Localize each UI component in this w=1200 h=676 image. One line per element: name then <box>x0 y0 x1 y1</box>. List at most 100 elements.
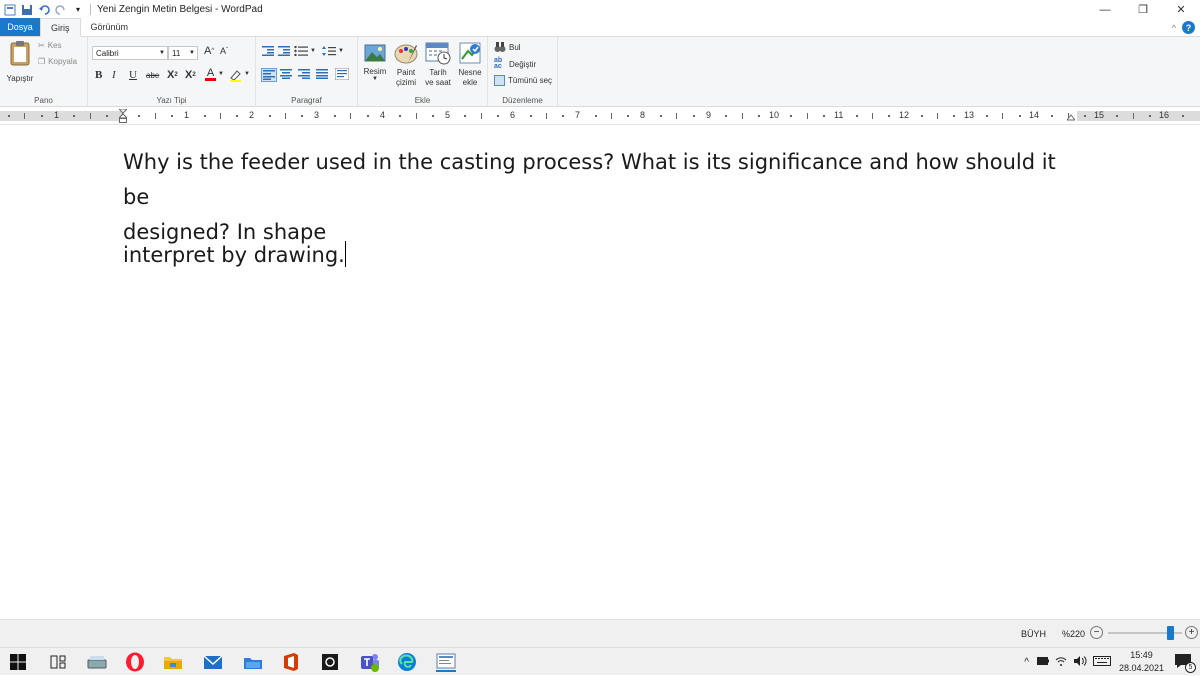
volume-icon[interactable] <box>1073 656 1087 668</box>
notification-center-icon[interactable]: 5 <box>1174 651 1196 673</box>
edge-icon[interactable] <box>397 652 417 672</box>
zoom-in-button[interactable]: + <box>1185 626 1198 639</box>
ruler-tick <box>594 115 597 117</box>
select-all-button[interactable]: Tümünü seç <box>494 75 552 86</box>
paint-drawing-button[interactable]: Paint çizimi <box>392 41 420 88</box>
opera-icon[interactable] <box>125 652 145 672</box>
right-indent-marker[interactable] <box>1065 113 1077 123</box>
ruler-tick <box>741 113 743 119</box>
chevron-down-icon: ▼ <box>189 50 195 56</box>
battery-icon[interactable] <box>1036 657 1049 667</box>
first-line-indent-marker[interactable] <box>117 108 129 125</box>
paste-button[interactable]: Yapıştır <box>6 40 34 88</box>
font-color-button[interactable]: A <box>205 68 216 81</box>
show-hidden-icons-chevron-icon[interactable]: ^ <box>1024 657 1029 668</box>
increase-indent-button[interactable] <box>278 46 290 56</box>
decrease-indent-button[interactable] <box>262 46 274 56</box>
align-center-button[interactable] <box>280 69 292 79</box>
camera-icon[interactable] <box>320 652 340 672</box>
grow-font-label: A <box>204 45 212 57</box>
mail-icon[interactable] <box>203 652 223 672</box>
document-area[interactable]: Why is the feeder used in the casting pr… <box>0 125 1200 619</box>
tab-home[interactable]: Giriş <box>40 18 81 37</box>
ruler-number: 6 <box>510 110 516 120</box>
find-label: Bul <box>509 42 521 52</box>
bullets-button[interactable]: ▼ <box>294 46 316 56</box>
file-explorer-icon[interactable] <box>163 652 183 672</box>
ruler[interactable]: 1 1 2 3 4 5 6 7 8 9 10 11 12 13 14 15 16 <box>0 107 1200 125</box>
save-icon[interactable] <box>21 4 33 16</box>
highlight-button[interactable] <box>228 68 242 82</box>
align-left-button[interactable] <box>261 68 277 82</box>
customize-toolbar-icon[interactable]: ▾ <box>72 4 84 16</box>
ruler-tick <box>1083 115 1086 117</box>
scissors-icon: ✂ <box>38 41 45 50</box>
minimize-button[interactable]: — <box>1086 0 1124 19</box>
cut-button[interactable]: ✂ Kes <box>38 41 62 50</box>
italic-button[interactable]: I <box>112 69 116 81</box>
task-view-icon[interactable] <box>48 652 68 672</box>
paragraph-settings-button[interactable] <box>335 68 349 80</box>
object-label-line1: Nesne <box>458 68 482 77</box>
folder-blue-icon[interactable] <box>243 652 263 672</box>
ruler-number: 14 <box>1029 110 1040 120</box>
ruler-tick <box>105 115 108 117</box>
underline-button[interactable]: U <box>129 69 137 81</box>
increase-indent-icon <box>278 46 290 56</box>
collapse-ribbon-icon[interactable]: ^ <box>1172 23 1176 33</box>
wordpad-app-icon[interactable] <box>4 4 16 16</box>
copy-button[interactable]: ❐ Kopyala <box>38 57 77 66</box>
insert-object-button[interactable]: Nesne ekle <box>455 41 485 88</box>
datetime-label-line1: Tarih <box>429 68 447 77</box>
line-spacing-button[interactable]: ▼ <box>322 46 344 56</box>
document-paragraph-2[interactable]: interpret by drawing. <box>123 238 1083 273</box>
font-color-dropdown-icon[interactable]: ▼ <box>218 71 224 77</box>
find-button[interactable]: Bul <box>494 41 521 53</box>
ruler-tick <box>1002 113 1004 119</box>
document-line-3: interpret by drawing. <box>123 243 345 267</box>
zoom-slider-thumb[interactable] <box>1167 626 1175 640</box>
paint-label-line1: Paint <box>396 68 416 77</box>
tab-file[interactable]: Dosya <box>0 18 40 36</box>
redo-icon[interactable] <box>55 4 67 16</box>
grow-font-button[interactable]: A ^ <box>204 45 214 57</box>
undo-icon[interactable] <box>38 4 50 16</box>
justify-button[interactable] <box>316 69 328 79</box>
wifi-icon[interactable] <box>1055 656 1067 668</box>
bold-button[interactable]: B <box>95 69 102 81</box>
teams-icon[interactable] <box>359 652 379 672</box>
strikethrough-button[interactable]: abe <box>146 71 159 80</box>
clock[interactable]: 15:49 28.04.2021 <box>1119 649 1164 675</box>
close-button[interactable]: ✕ <box>1162 0 1200 19</box>
keyboard-icon[interactable] <box>1092 656 1111 668</box>
ruler-tick <box>545 113 547 119</box>
ruler-tick <box>154 113 156 119</box>
scanner-icon[interactable] <box>87 652 107 672</box>
zoom-out-button[interactable]: − <box>1090 626 1103 639</box>
font-size-select[interactable]: 11 ▼ <box>168 46 198 60</box>
restore-button[interactable]: ❐ <box>1124 0 1162 19</box>
wordpad-icon[interactable] <box>436 652 456 672</box>
document-paragraph-1[interactable]: Why is the feeder used in the casting pr… <box>123 145 1083 250</box>
highlight-dropdown-icon[interactable]: ▼ <box>244 71 250 77</box>
date-time-button[interactable]: Tarih ve saat <box>422 41 454 88</box>
help-icon[interactable]: ? <box>1182 21 1195 34</box>
zoom-slider-track[interactable] <box>1108 626 1182 640</box>
replace-button[interactable]: ab ac Değiştir <box>494 57 536 70</box>
windows-icon[interactable] <box>8 652 28 672</box>
shrink-font-button[interactable]: Aˇ <box>220 46 228 56</box>
ruler-tick <box>920 115 923 117</box>
superscript-button[interactable]: X2 <box>185 69 196 81</box>
editing-group-label: Düzenleme <box>502 96 543 105</box>
font-family-select[interactable]: Calibri ▼ <box>92 46 168 60</box>
office-icon[interactable] <box>281 652 301 672</box>
picture-button[interactable]: Resim ▼ <box>362 42 388 82</box>
subscript-button[interactable]: X2 <box>167 69 178 81</box>
ruler-tick <box>871 113 873 119</box>
clipboard-icon <box>10 41 30 66</box>
ruler-tick <box>1018 115 1021 117</box>
tab-view[interactable]: Görünüm <box>81 18 139 36</box>
ruler-number: 7 <box>575 110 581 120</box>
ruler-number: 11 <box>834 110 844 120</box>
align-right-button[interactable] <box>298 69 310 79</box>
